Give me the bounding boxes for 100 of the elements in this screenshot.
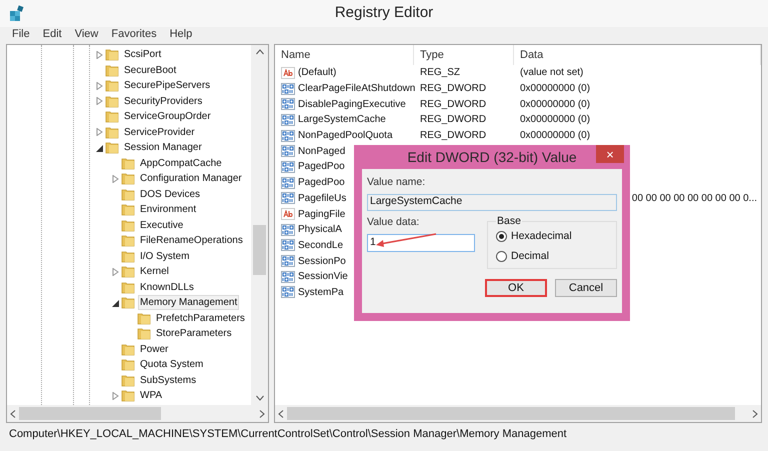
menu-item[interactable]: View [74, 26, 98, 43]
value-type: REG_DWORD [420, 98, 486, 110]
value-name[interactable]: PagingFile [298, 206, 346, 222]
menu-item[interactable]: Edit [42, 26, 62, 43]
tree-item[interactable]: ServiceGroupOrder [122, 109, 213, 124]
tree-item[interactable]: Environment [138, 202, 198, 218]
folder-icon [121, 296, 135, 310]
tree-item[interactable]: Executive [138, 218, 186, 233]
tree-item[interactable]: PrefetchParameters [154, 310, 247, 326]
tree-item[interactable]: DOS Devices [138, 186, 202, 202]
folder-icon [105, 141, 119, 154]
value-name[interactable]: ClearPageFileAtShutdown [298, 81, 416, 96]
tree-item[interactable]: StoreParameters [154, 326, 234, 342]
menu-item[interactable]: Favorites [111, 26, 157, 43]
value-name[interactable]: NonPagedPoolQuota [298, 128, 393, 144]
value-data-field[interactable]: 1 [367, 234, 475, 252]
folder-icon [121, 218, 135, 232]
radio-label[interactable]: Hexadecimal [511, 228, 572, 244]
folder-icon [121, 342, 135, 356]
tree-item[interactable]: Quota System [138, 357, 206, 372]
radio-label[interactable]: Decimal [511, 248, 549, 264]
value-name-field[interactable]: LargeSystemCache [367, 194, 617, 211]
column-header[interactable]: Name [275, 45, 414, 65]
scroll-up-icon[interactable] [256, 49, 264, 55]
folder-icon [121, 358, 135, 372]
tree-item[interactable]: WPA [138, 388, 164, 404]
vertical-scrollbar[interactable] [251, 45, 268, 405]
collapsed-arrow-icon[interactable] [96, 82, 102, 90]
binary-value-icon [281, 270, 295, 283]
field-label: Value data: [367, 214, 420, 230]
dialog-button[interactable]: Cancel [555, 278, 617, 297]
value-name[interactable]: PagedPoo [298, 159, 345, 174]
value-name[interactable]: PagedPoo [298, 175, 345, 190]
collapsed-arrow-icon[interactable] [96, 97, 102, 106]
binary-value-icon [281, 160, 295, 173]
folder-icon [105, 94, 119, 108]
tree-item[interactable]: Kernel [138, 264, 171, 280]
scroll-down-icon[interactable] [256, 395, 264, 401]
tree-item[interactable]: SecurityProviders [122, 94, 204, 109]
folder-icon [137, 312, 151, 325]
value-name[interactable]: SystemPa [298, 284, 344, 300]
value-name[interactable]: DisablePagingExecutive [298, 96, 406, 112]
scroll-right-icon[interactable] [259, 410, 265, 418]
tree-item[interactable]: Configuration Manager [138, 171, 244, 186]
folder-icon [121, 389, 135, 402]
radio-button[interactable] [496, 231, 507, 242]
scroll-left-icon[interactable] [278, 410, 284, 418]
tree-item[interactable]: Session Manager [122, 140, 204, 156]
window-title: Registry Editor [334, 3, 434, 24]
collapsed-arrow-icon[interactable] [112, 174, 118, 183]
dialog-button[interactable]: OK [485, 278, 547, 297]
column-header[interactable]: Data [514, 45, 761, 65]
scrollbar-thumb[interactable] [253, 225, 266, 275]
binary-value-icon [281, 286, 295, 298]
registry-icon [8, 5, 26, 23]
folder-icon [121, 280, 135, 294]
value-name[interactable]: PhysicalA [298, 222, 342, 238]
scroll-left-icon[interactable] [10, 410, 16, 418]
value-name[interactable]: SecondLe [298, 238, 344, 253]
menu-item[interactable]: Help [170, 26, 192, 43]
horizontal-scrollbar[interactable] [275, 405, 761, 422]
value-name[interactable]: PagefileUs [298, 190, 346, 206]
folder-icon [121, 250, 135, 263]
collapsed-arrow-icon[interactable] [112, 392, 118, 400]
folder-icon [137, 327, 151, 340]
value-name[interactable]: (Default) [298, 65, 336, 80]
binary-value-icon [281, 192, 295, 204]
value-name[interactable]: LargeSystemCache [298, 112, 386, 128]
tree-item[interactable]: SecurePipeServers [122, 78, 212, 94]
tree-item[interactable]: SubSystems [138, 372, 198, 388]
tree-item[interactable]: Power [138, 342, 170, 357]
value-name[interactable]: NonPaged [298, 144, 346, 159]
tree-item[interactable]: AppCompatCache [138, 156, 224, 171]
radio-button[interactable] [496, 250, 507, 262]
column-header[interactable]: Type [414, 45, 514, 65]
string-value-icon [281, 66, 295, 79]
menu-item[interactable]: File [12, 26, 30, 43]
tree-item[interactable]: SecureBoot [122, 62, 178, 78]
tree-item[interactable]: ScsiPort [122, 47, 164, 62]
expanded-arrow-icon[interactable] [112, 298, 118, 307]
value-name[interactable]: SessionVie [298, 269, 348, 284]
collapsed-arrow-icon[interactable] [96, 50, 102, 59]
tree-item[interactable]: Memory Management [138, 295, 240, 310]
folder-icon [105, 79, 119, 92]
horizontal-scrollbar[interactable] [7, 405, 268, 422]
tree-item[interactable]: KnownDLLs [138, 280, 196, 295]
expanded-arrow-icon[interactable] [96, 144, 102, 152]
close-button[interactable]: × [596, 145, 624, 163]
folder-icon [121, 172, 135, 186]
folder-icon [121, 156, 135, 170]
collapsed-arrow-icon[interactable] [96, 128, 102, 136]
tree-item[interactable]: I/O System [138, 248, 192, 264]
folder-icon [105, 126, 119, 139]
scroll-right-icon[interactable] [752, 410, 758, 418]
folder-icon [121, 234, 135, 248]
binary-value-icon [281, 224, 295, 236]
value-name[interactable]: SessionPo [298, 254, 346, 269]
tree-item[interactable]: FileRenameOperations [138, 233, 245, 248]
collapsed-arrow-icon[interactable] [112, 268, 118, 276]
tree-item[interactable]: ServiceProvider [122, 124, 197, 140]
